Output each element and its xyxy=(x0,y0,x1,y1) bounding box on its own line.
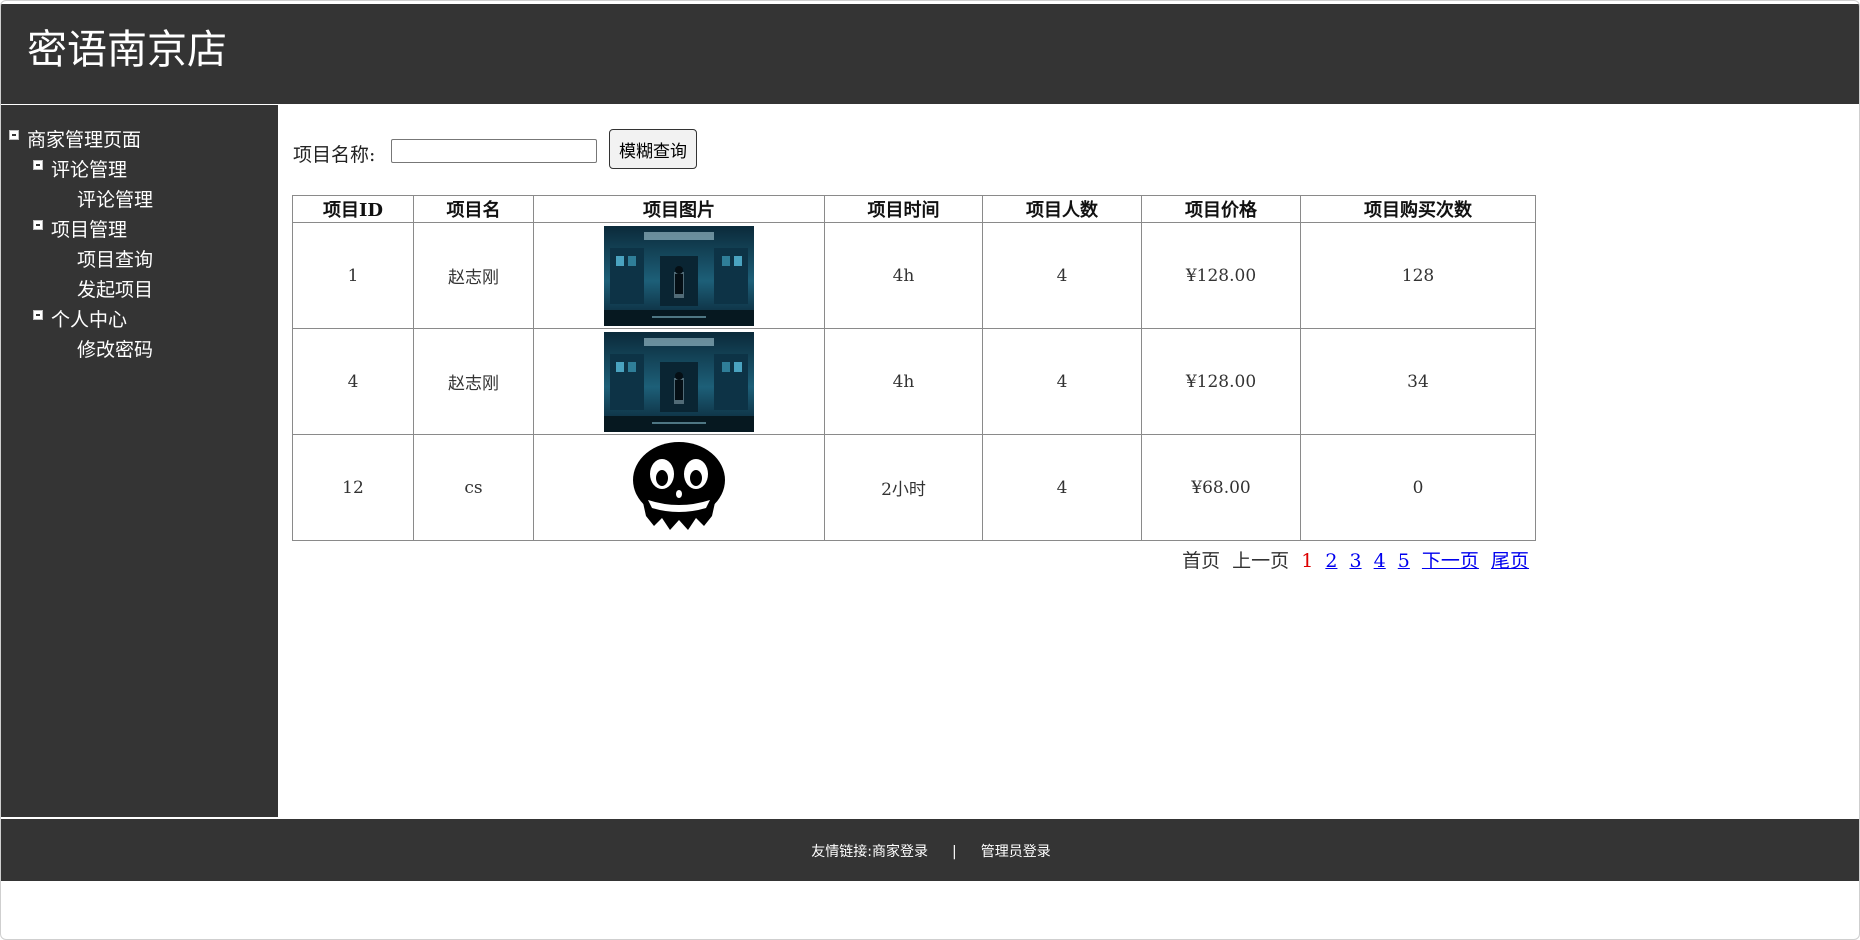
cell-people: 4 xyxy=(982,222,1142,329)
pagination: 首页 上一页 1 2 3 4 5 下一页 尾页 xyxy=(278,546,1529,573)
pager-page-3[interactable]: 3 xyxy=(1350,550,1362,572)
cell-name: cs xyxy=(413,434,534,541)
footer-separator: | xyxy=(952,844,957,860)
app-frame: 密语南京店 商家管理页面 评论管理 评论管理 项目管理 项目查询 发起项目 个人… xyxy=(0,0,1860,940)
skull-grin-icon xyxy=(604,437,754,538)
tree-group-profile[interactable]: 个人中心 xyxy=(33,308,127,332)
sidebar-item-label: 发起项目 xyxy=(77,279,154,301)
collapse-toggle-icon[interactable] xyxy=(33,310,43,320)
cell-image xyxy=(533,434,825,541)
cell-price: ¥68.00 xyxy=(1141,434,1301,541)
cell-people: 4 xyxy=(982,328,1142,435)
column-header-image: 项目图片 xyxy=(533,195,825,223)
merchant-login-link[interactable]: 友情链接:商家登录 xyxy=(811,844,928,860)
tree-root-label: 商家管理页面 xyxy=(27,129,142,151)
cell-image xyxy=(533,328,825,435)
cell-purchases: 0 xyxy=(1300,434,1536,541)
column-header-time: 项目时间 xyxy=(824,195,983,223)
pager-next[interactable]: 下一页 xyxy=(1422,550,1479,572)
admin-login-link[interactable]: 管理员登录 xyxy=(981,844,1051,860)
sidebar-item-label: 项目查询 xyxy=(77,249,154,271)
cell-time: 4h xyxy=(824,328,983,435)
collapse-toggle-icon[interactable] xyxy=(9,130,19,140)
column-header-name: 项目名 xyxy=(413,195,534,223)
cell-id: 12 xyxy=(292,434,414,541)
column-header-purchases: 项目购买次数 xyxy=(1300,195,1536,223)
cell-people: 4 xyxy=(982,434,1142,541)
sidebar-item-label: 修改密码 xyxy=(77,339,154,361)
collapse-toggle-icon[interactable] xyxy=(33,220,43,230)
pager-page-2[interactable]: 2 xyxy=(1325,550,1337,572)
column-header-price: 项目价格 xyxy=(1141,195,1301,223)
pager-first: 首页 xyxy=(1182,550,1221,572)
pager-page-4[interactable]: 4 xyxy=(1374,550,1386,572)
table-header-row: 项目ID 项目名 项目图片 项目时间 项目人数 项目价格 项目购买次数 xyxy=(292,195,1536,223)
sidebar-item-label: 评论管理 xyxy=(77,189,154,211)
cell-name: 赵志刚 xyxy=(413,328,534,435)
tree-group-projects[interactable]: 项目管理 xyxy=(33,218,127,242)
sidebar: 商家管理页面 评论管理 评论管理 项目管理 项目查询 发起项目 个人中心 修改密… xyxy=(1,105,278,817)
site-header: 密语南京店 xyxy=(1,4,1859,104)
cell-time: 2小时 xyxy=(824,434,983,541)
tree-group-comments[interactable]: 评论管理 xyxy=(33,158,127,182)
main-content: 项目名称: 模糊查询 项目ID 项目名 项目图片 项目时间 项目人数 项目价格 … xyxy=(278,105,1859,817)
dark-corridor-poster-image xyxy=(604,225,754,326)
search-label: 项目名称: xyxy=(293,144,376,166)
tree-root-merchant[interactable]: 商家管理页面 xyxy=(9,128,141,152)
table-row: 12 cs 2小时 4 ¥68.00 0 xyxy=(292,434,1536,541)
cell-id: 1 xyxy=(292,222,414,329)
dark-corridor-poster-image xyxy=(604,331,754,432)
pager-prev: 上一页 xyxy=(1232,550,1290,572)
cell-purchases: 128 xyxy=(1300,222,1536,329)
sidebar-item-project-query[interactable]: 项目查询 xyxy=(77,248,153,272)
cell-purchases: 34 xyxy=(1300,328,1536,435)
fuzzy-search-button[interactable]: 模糊查询 xyxy=(609,129,697,169)
footer-links: 友情链接:商家登录 | 管理员登录 xyxy=(1,841,1859,861)
pager-page-current: 1 xyxy=(1301,550,1314,572)
tree-group-label: 评论管理 xyxy=(51,159,128,181)
site-title: 密语南京店 xyxy=(27,27,227,73)
tree-group-label: 项目管理 xyxy=(51,219,128,241)
table-row: 1 赵志刚 4h 4 ¥128.00 128 xyxy=(292,222,1536,329)
project-table: 项目ID 项目名 项目图片 项目时间 项目人数 项目价格 项目购买次数 1 赵志… xyxy=(292,195,1536,541)
pager-last[interactable]: 尾页 xyxy=(1491,550,1529,572)
cell-time: 4h xyxy=(824,222,983,329)
cell-price: ¥128.00 xyxy=(1141,222,1301,329)
cell-id: 4 xyxy=(292,328,414,435)
cell-price: ¥128.00 xyxy=(1141,328,1301,435)
table-row: 4 赵志刚 4h 4 ¥128.00 34 xyxy=(292,328,1536,435)
site-footer: 友情链接:商家登录 | 管理员登录 xyxy=(1,819,1859,881)
tree-group-label: 个人中心 xyxy=(51,309,128,331)
project-name-input[interactable] xyxy=(391,139,597,163)
sidebar-item-change-password[interactable]: 修改密码 xyxy=(77,338,153,362)
sidebar-item-comment-manage[interactable]: 评论管理 xyxy=(77,188,153,212)
collapse-toggle-icon[interactable] xyxy=(33,160,43,170)
cell-image xyxy=(533,222,825,329)
cell-name: 赵志刚 xyxy=(413,222,534,329)
pager-page-5[interactable]: 5 xyxy=(1398,550,1410,572)
column-header-people: 项目人数 xyxy=(982,195,1142,223)
column-header-id: 项目ID xyxy=(292,195,414,223)
sidebar-item-launch-project[interactable]: 发起项目 xyxy=(77,278,153,302)
